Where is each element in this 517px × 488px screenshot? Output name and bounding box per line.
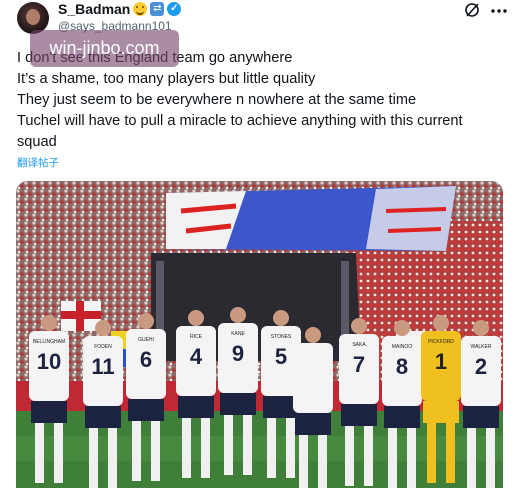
player-leg [224,415,233,475]
player-leg [89,428,98,488]
arrows-emoji-icon: ⇄ [150,2,165,16]
player-shorts [220,393,256,415]
player-shorts [384,406,420,428]
player-leg [345,426,354,486]
player-name-label: KANE [231,331,245,337]
tweet-photo[interactable]: BELLINGHAM 10 FODEN 11 GUEHI 6 RICE 4 KANE 9 STONE… [16,181,503,488]
display-name[interactable]: S_Badman [58,1,130,17]
player-head [138,313,154,329]
player-name-label: PICKFORD [428,339,454,345]
player-leg [108,428,117,488]
player-head [351,318,367,334]
more-icon[interactable] [489,2,509,18]
player-leg [201,418,210,478]
player-leg [286,418,295,478]
player-number-label: 8 [396,354,408,379]
player-head [273,310,289,326]
translate-post-link[interactable]: 翻译帖子 [17,155,59,170]
player-shorts [423,401,459,423]
player-leg [267,418,276,478]
player-number-label: 1 [435,349,447,374]
player-leg [318,435,327,488]
player-name-label: GUEHI [138,337,154,343]
player-shorts [178,396,214,418]
player-number-label: 6 [140,347,152,372]
player-leg [132,421,141,481]
player-number-label: 5 [275,344,287,369]
avatar-face [26,9,40,25]
photo-scene: BELLINGHAM 10 FODEN 11 GUEHI 6 RICE 4 KANE 9 STONE… [16,181,503,488]
player-number-label: 11 [91,354,114,379]
player-head [230,307,246,323]
player-name-label: FODEN [94,344,112,350]
player-name-label: RICE [190,334,203,340]
player-leg [427,423,436,483]
player-number-label: 4 [190,344,203,369]
player-leg [299,435,308,488]
player-leg [35,423,44,483]
tweet-line: It’s a shame, too many players but littl… [17,71,316,87]
player-name-label: SAKA [352,342,366,348]
player-name-label: WALKER [471,344,492,350]
player-head [305,327,321,343]
player-head [433,315,449,331]
player-head [394,320,410,336]
tweet-line: They just seem to be everywhere n nowher… [17,92,417,108]
player-number-label: 7 [353,352,365,377]
player-shorts [31,401,67,423]
player-head [188,310,204,326]
player-leg [446,423,455,483]
player-leg [151,421,160,481]
smile-emoji-icon [133,2,148,16]
player-shorts [85,406,121,428]
tweet-line: Tuchel will have to pull a miracle to ac… [17,113,463,129]
player-leg [388,428,397,488]
player-leg [54,423,63,483]
player-name-label: BELLINGHAM [33,339,65,345]
player-head [473,320,489,336]
player-number-label: 10 [37,349,61,374]
name-row: S_Badman ⇄ ✓ [58,1,182,17]
player-leg [407,428,416,488]
player-number-label: 9 [232,341,244,366]
player-leg [182,418,191,478]
player-name-label: MAINOO [392,344,412,350]
player-shorts [128,399,164,421]
player-leg [467,428,476,488]
watermark: win-jinbo.com [30,30,179,67]
player-leg [364,426,373,486]
tweet-line: squad [17,134,57,150]
player-leg [243,415,252,475]
player-shorts [341,404,377,426]
player-head [41,315,57,331]
player-number-label: 2 [475,354,487,379]
player-shirt [293,343,333,413]
player-shorts [295,413,331,435]
verified-badge-icon[interactable]: ✓ [167,2,182,16]
player-leg [486,428,495,488]
grok-slash-icon[interactable] [464,2,480,18]
player-shorts [463,406,499,428]
player-head [95,320,111,336]
player-name-label: STONES [271,334,292,340]
